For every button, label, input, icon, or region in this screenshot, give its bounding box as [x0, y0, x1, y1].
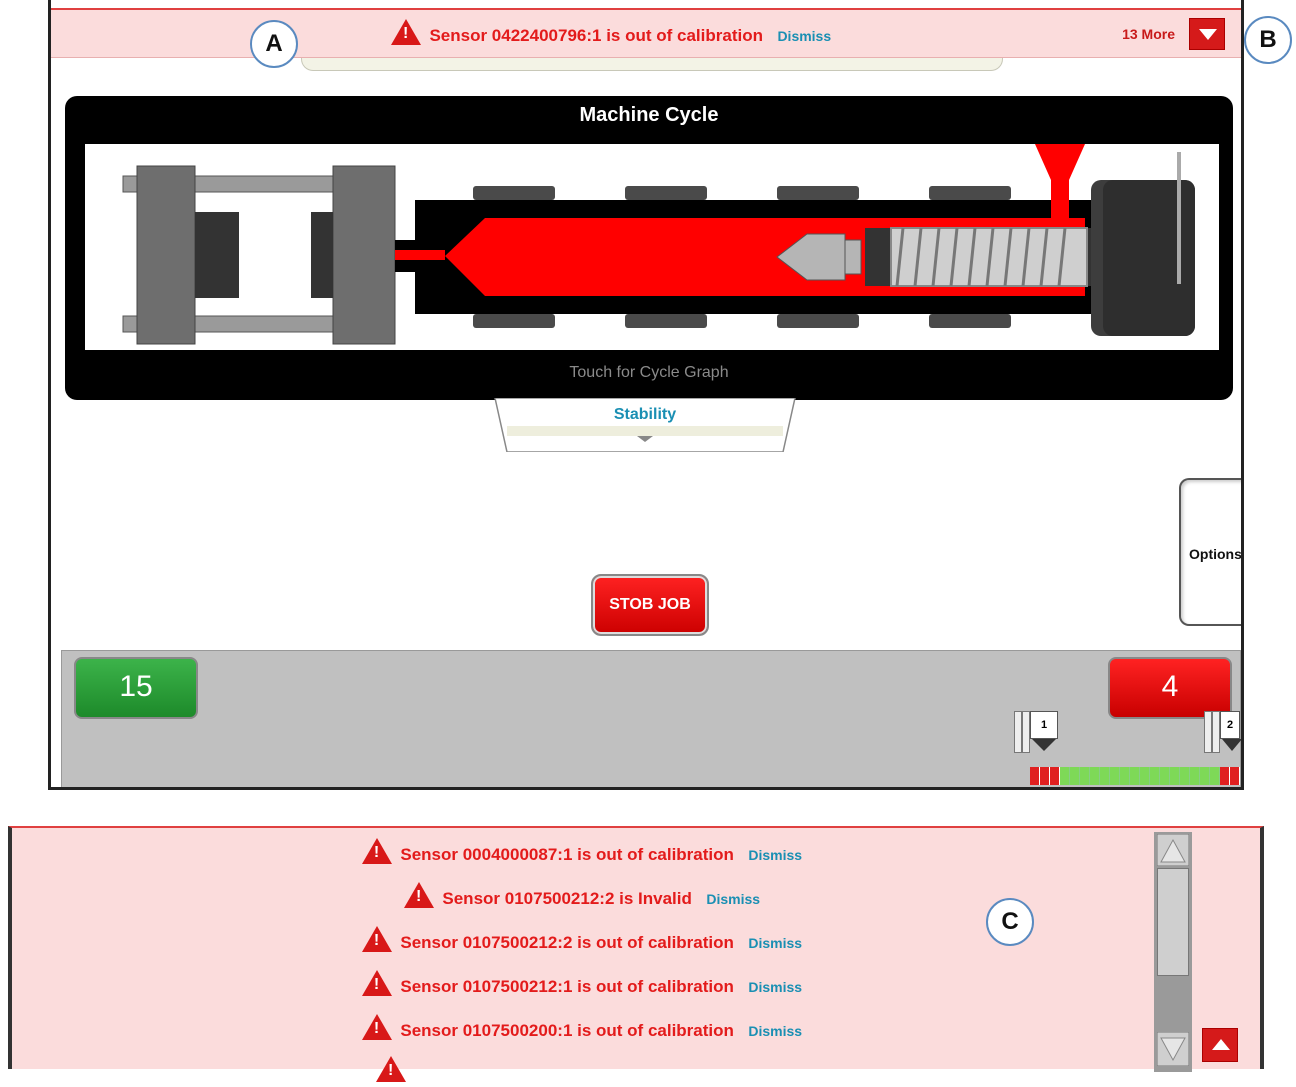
more-alerts-count: 13 More: [1122, 26, 1175, 42]
alert-message: Sensor 0107500212:2 is out of calibratio…: [400, 933, 734, 952]
warning-icon: [361, 1014, 392, 1040]
alert-list-item: Sensor 0107500200:1 is out of calibratio…: [12, 1014, 1152, 1044]
dismiss-button[interactable]: Dismiss: [706, 891, 760, 907]
machine-cycle-title: Machine Cycle: [579, 104, 719, 126]
machine-cycle-panel[interactable]: Machine Cycle Touch for Cycle Graph: [65, 96, 1233, 400]
cavity-marker-label: 2: [1220, 711, 1240, 739]
good-parts-count[interactable]: 15: [74, 657, 198, 719]
scroll-down-icon[interactable]: [1157, 1032, 1189, 1066]
alert-list-item: Sensor 0107500212:1 is out of calibratio…: [12, 970, 1152, 1000]
scrollbar-thumb[interactable]: [1157, 868, 1189, 976]
stability-tab-label: Stability: [613, 406, 677, 423]
expand-alerts-button[interactable]: [1189, 18, 1225, 50]
warning-icon: [361, 926, 392, 952]
alert-bar: Sensor 0422400796:1 is out of calibratio…: [51, 8, 1241, 58]
part-counter-bar: 15 4 1 2: [61, 650, 1241, 787]
dismiss-button[interactable]: Dismiss: [748, 979, 802, 995]
dismiss-button[interactable]: Dismiss: [748, 1023, 802, 1039]
dismiss-button[interactable]: Dismiss: [777, 28, 831, 44]
callout-a: A: [250, 20, 298, 68]
alert-list-scrollbar[interactable]: [1154, 832, 1192, 1072]
alert-message: Sensor 0422400796:1 is out of calibratio…: [429, 26, 763, 45]
machine-cycle-animation[interactable]: [85, 144, 1219, 350]
warning-icon: [361, 970, 392, 996]
callout-b: B: [1244, 16, 1292, 64]
warning-icon: [403, 882, 434, 908]
hmi-screen-main: Sensor 0422400796:1 is out of calibratio…: [48, 0, 1244, 790]
bad-parts-count[interactable]: 4: [1108, 657, 1232, 719]
alert-message-row: Sensor 0422400796:1 is out of calibratio…: [391, 19, 831, 50]
injection-machine-illustration: [122, 144, 1195, 345]
alert-list-item: Sensor 0107500212:2 is out of calibratio…: [12, 926, 1152, 956]
callout-c: C: [986, 898, 1034, 946]
alert-message: Sensor 0107500212:2 is Invalid: [442, 889, 692, 908]
alert-message: Sensor 0107500212:1 is out of calibratio…: [400, 977, 734, 996]
dismiss-button[interactable]: Dismiss: [748, 935, 802, 951]
collapse-alerts-button[interactable]: [1202, 1028, 1238, 1062]
cycle-status-strip: [1030, 767, 1240, 785]
dismiss-button[interactable]: Dismiss: [748, 847, 802, 863]
options-tab[interactable]: Options: [1179, 478, 1242, 626]
alert-list-item: Sensor 0107500212:2 is Invalid Dismiss: [12, 882, 1152, 912]
warning-icon: [391, 19, 421, 45]
scroll-up-icon[interactable]: [1157, 834, 1189, 866]
options-tab-label: Options: [1189, 546, 1242, 562]
cycle-graph-hint: Touch for Cycle Graph: [569, 364, 729, 381]
alert-list-item: Sensor 0004000087:1 is out of calibratio…: [12, 838, 1152, 868]
cavity-marker-label: 1: [1030, 711, 1058, 739]
alert-message: Sensor 0004000087:1 is out of calibratio…: [400, 845, 734, 864]
warning-icon: [376, 1056, 406, 1087]
stability-tab[interactable]: Stability: [493, 398, 797, 452]
marker-pointer-icon: [1222, 739, 1241, 751]
expanded-alert-list: Sensor 0004000087:1 is out of calibratio…: [8, 826, 1264, 1082]
warning-icon: [361, 838, 392, 864]
stop-job-button[interactable]: STOB JOB: [591, 574, 709, 636]
alert-message: Sensor 0107500200:1 is out of calibratio…: [400, 1021, 734, 1040]
marker-pointer-icon: [1032, 739, 1056, 751]
collapsed-panel-tab: [301, 56, 1003, 71]
